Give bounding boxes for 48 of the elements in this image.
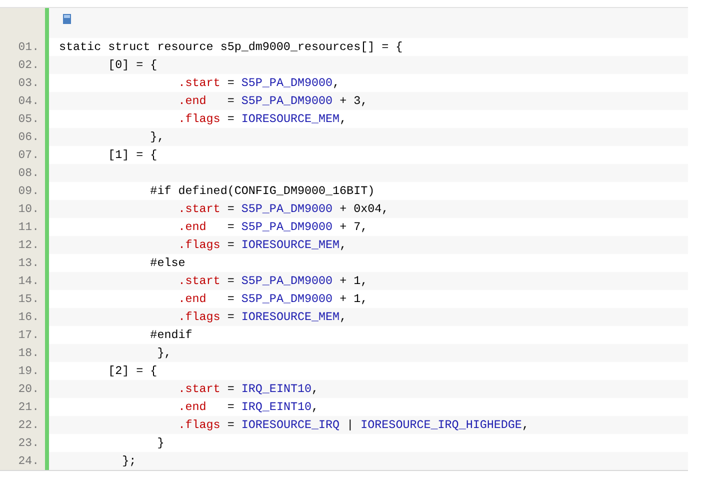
code-line: #else — [149, 256, 186, 270]
line-number: 10. — [18, 202, 39, 216]
code-line: }; — [121, 454, 136, 468]
line-number: 07. — [18, 148, 39, 162]
code-line: static struct resource s5p_dm9000_resources[] = { — [59, 40, 403, 54]
code-line: #endif — [149, 328, 192, 342]
code-line: .end = S5P_PA_DM9000 + 3, — [177, 94, 368, 108]
line-number: 12. — [18, 238, 39, 252]
line-number: 20. — [18, 382, 39, 396]
line-number: 13. — [18, 256, 39, 270]
line-number: 08. — [18, 166, 39, 180]
code-line: [0] = { — [107, 58, 158, 72]
code-line: .start = S5P_PA_DM9000, — [177, 76, 340, 90]
line-number: 02. — [18, 58, 39, 72]
line-number: 24. — [18, 454, 39, 468]
line-number: 09. — [18, 184, 39, 198]
line-number: 11. — [18, 220, 39, 234]
page-icon[interactable] — [63, 14, 71, 24]
code-line: #if defined(CONFIG_DM9000_16BIT) — [149, 184, 375, 198]
code-line: .flags = IORESOURCE_MEM, — [177, 112, 347, 126]
code-line: .start = S5P_PA_DM9000 + 1, — [177, 274, 368, 288]
line-number: 22. — [18, 418, 39, 432]
code-line: .start = S5P_PA_DM9000 + 0x04, — [177, 202, 389, 216]
line-number: 23. — [18, 436, 39, 450]
line-number: 01. — [18, 40, 39, 54]
line-number: 04. — [18, 94, 39, 108]
code-line: .flags = IORESOURCE_IRQ | IORESOURCE_IRQ_HIGHEDGE, — [177, 418, 529, 432]
code-line: .end = S5P_PA_DM9000 + 1, — [177, 292, 368, 306]
line-number: 14. — [18, 274, 39, 288]
line-number: 15. — [18, 292, 39, 306]
line-number: 17. — [18, 328, 39, 342]
code-line: }, — [156, 346, 172, 360]
code-line: .start = IRQ_EINT10, — [177, 382, 319, 396]
line-number: 16. — [18, 310, 39, 324]
code-line: [1] = { — [107, 148, 158, 162]
code-line: .flags = IORESOURCE_MEM, — [177, 310, 347, 324]
line-number: 21. — [18, 400, 39, 414]
code-line: [2] = { — [107, 364, 158, 378]
line-number: 03. — [18, 76, 39, 90]
line-number: 18. — [18, 346, 39, 360]
code-line: .end = S5P_PA_DM9000 + 7, — [177, 220, 368, 234]
code-line: .flags = IORESOURCE_MEM, — [177, 238, 347, 252]
code-line: .end = IRQ_EINT10, — [177, 400, 319, 414]
code-line: }, — [149, 130, 164, 144]
line-number: 06. — [18, 130, 39, 144]
line-number: 19. — [18, 364, 39, 378]
line-number: 05. — [18, 112, 39, 126]
code-line: } — [156, 436, 164, 450]
